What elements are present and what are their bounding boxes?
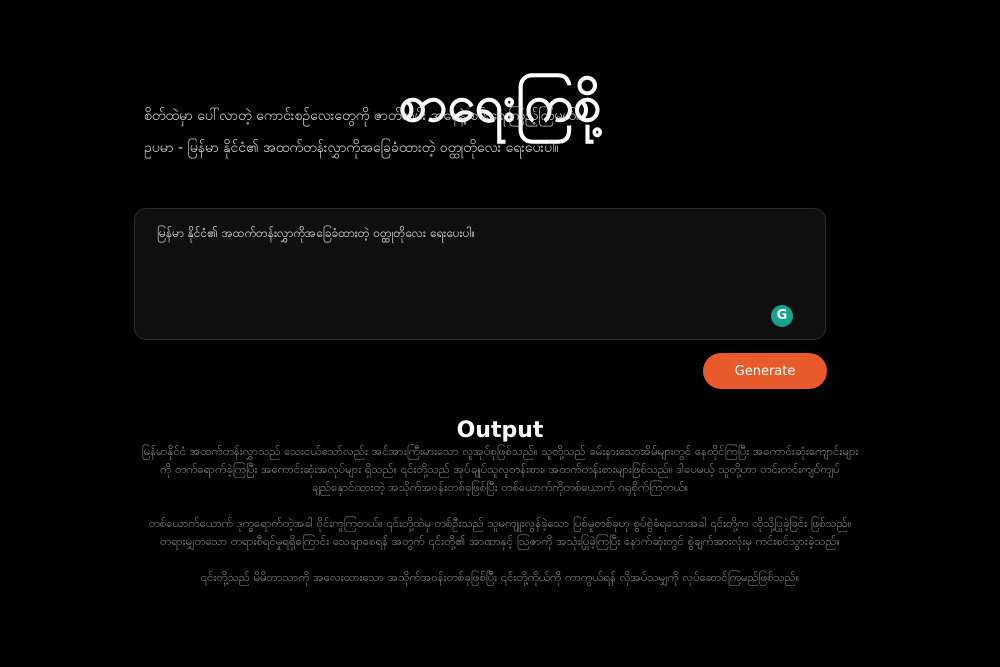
page-title: စာရေးကြစို့ [398,74,602,133]
output-paragraph: တစ်ယောက်ယောက် ဒုက္ခရောက်တဲ့အခါ ဝိုင်းကူက… [148,516,852,548]
subtitle-description: စိတ်ထဲမှာ ပေါ်လာတဲ့ ကောင်းစဉ်လေးတွေကို ဇ… [144,108,581,124]
prompt-box: မြန်မာ နိုင်ငံ၏ အထက်တန်းလွှာကိုအခြေခံထား… [134,208,826,340]
subtitle-example: ဥပမာ - မြန်မာ နိုင်ငံ၏ အထက်တန်းလွှာကိုအခ… [144,140,559,156]
output-paragraph: မြန်မာနိုင်ငံ အထက်တန်းလွှာသည် သေးငယ်သော်… [141,444,859,494]
generate-button[interactable]: Generate [703,353,827,389]
grammarly-icon[interactable]: G [771,305,793,327]
page: စာရေးကြစို့ စိတ်ထဲမှာ ပေါ်လာတဲ့ ကောင်းစဉ… [0,0,1000,667]
output-body: မြန်မာနိုင်ငံ အထက်တန်းလွှာသည် သေးငယ်သော်… [138,442,862,604]
prompt-input[interactable]: မြန်မာ နိုင်ငံ၏ အထက်တန်းလွှာကိုအခြေခံထား… [157,225,777,305]
output-paragraph: ၎င်းတို့သည် မိမိဘာသာကို အလေးထားသော အသိုက… [200,570,800,584]
